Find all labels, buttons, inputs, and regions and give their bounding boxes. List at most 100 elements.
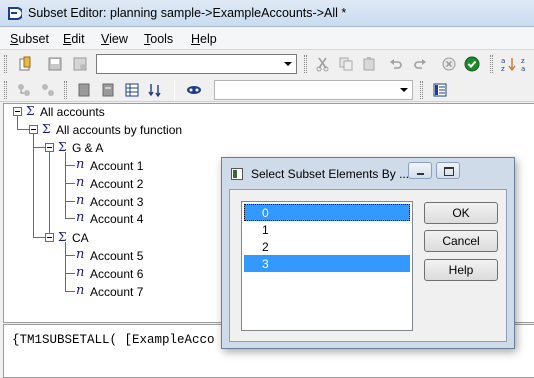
save-as-icon[interactable]	[70, 54, 90, 74]
menu-edit-label: dit	[71, 32, 85, 46]
tree-node-label: All accounts by function	[56, 123, 183, 137]
toolbar-grip-3[interactable]	[490, 55, 493, 73]
maximize-button[interactable]	[436, 162, 460, 179]
sort-descending-icon[interactable]: za	[518, 54, 534, 74]
leaf-element-icon: n	[76, 157, 85, 172]
subset-toolbar	[0, 77, 534, 102]
tree-node-label: All accounts	[40, 105, 105, 119]
filter-combo[interactable]	[214, 80, 413, 100]
list-item[interactable]: 3	[244, 255, 410, 272]
tree-connector	[65, 183, 75, 184]
consolidated-sigma-icon: Σ	[42, 122, 51, 136]
tree-connector	[17, 116, 18, 129]
leaf-element-icon: n	[76, 175, 85, 190]
toolbar-grip[interactable]	[4, 55, 7, 73]
tree-connector	[65, 201, 75, 202]
svg-text:a: a	[501, 57, 505, 65]
window-title: Subset Editor: planning sample->ExampleA…	[28, 6, 347, 20]
copy-icon[interactable]	[336, 54, 356, 74]
dialog-title: Select Subset Elements By ...	[251, 167, 410, 181]
collapse-toggle-icon[interactable]	[45, 233, 54, 242]
open-icon[interactable]	[16, 54, 36, 74]
menu-tools[interactable]: Tools	[144, 32, 173, 46]
leaf-element-icon: n	[76, 210, 85, 225]
list-item[interactable]: 1	[244, 221, 410, 238]
consolidated-sigma-icon: Σ	[58, 230, 67, 244]
tree-node-label: Account 7	[90, 285, 144, 299]
chevron-down-icon[interactable]	[280, 55, 296, 73]
list-item[interactable]: 2	[244, 238, 410, 255]
cancel-button[interactable]: Cancel	[424, 230, 498, 252]
consolidated-sigma-icon: Σ	[26, 104, 35, 118]
leaf-element-icon: n	[76, 193, 85, 208]
undo-icon[interactable]	[386, 54, 406, 74]
dialog-title-bar[interactable]: Select Subset Elements By ...	[222, 158, 514, 188]
svg-text:a: a	[521, 65, 525, 72]
properties-icon[interactable]	[430, 80, 450, 100]
tree-node-label: Account 3	[90, 195, 144, 209]
svg-text:z: z	[501, 65, 505, 72]
collapse-toggle-icon[interactable]	[45, 143, 54, 152]
delete-element-icon[interactable]	[98, 80, 118, 100]
tree-connector	[33, 147, 34, 237]
tree-node-label: Account 4	[90, 212, 144, 226]
tree-node-label: Account 1	[90, 159, 144, 173]
cut-icon[interactable]	[313, 54, 333, 74]
sort-ascending-icon[interactable]: az	[498, 54, 518, 74]
collapse-all-icon[interactable]	[38, 80, 58, 100]
leaf-element-icon: n	[76, 283, 85, 298]
alias-icon[interactable]	[184, 80, 204, 100]
leaf-element-icon: n	[76, 265, 85, 280]
consolidated-sigma-icon: Σ	[58, 140, 67, 154]
expand-all-icon[interactable]	[14, 80, 34, 100]
tree-connector	[65, 242, 66, 291]
menu-subset-label: ubset	[18, 32, 49, 46]
list-item[interactable]: 0	[244, 204, 410, 221]
menu-help[interactable]: Help	[191, 32, 217, 46]
toolbar-grip-2[interactable]	[304, 55, 307, 73]
menu-bar: Subset Edit View Tools Help	[0, 28, 534, 50]
tree-connector	[65, 152, 66, 218]
tree-node-label: Account 5	[90, 249, 144, 263]
tree-node-label: CA	[72, 231, 89, 245]
menu-help-hotkey: H	[191, 32, 201, 46]
mdx-expression-text: {TM1SUBSETALL( [ExampleAcco	[12, 333, 215, 347]
toolbar-grip-4[interactable]	[4, 81, 7, 99]
redo-icon[interactable]	[410, 54, 430, 74]
collapse-toggle-icon[interactable]	[13, 107, 22, 116]
cancel-icon[interactable]	[439, 54, 459, 74]
standard-toolbar: az za	[0, 51, 534, 77]
tree-node-label: Account 6	[90, 267, 144, 281]
tree-connector	[65, 255, 75, 256]
menu-edit[interactable]: Edit	[63, 32, 85, 46]
ok-check-icon[interactable]	[462, 54, 482, 74]
menu-view-label: iew	[109, 32, 128, 46]
tree-connector	[65, 291, 75, 292]
ok-button[interactable]: OK	[424, 202, 498, 224]
menu-view[interactable]: View	[101, 32, 128, 46]
help-button[interactable]: Help	[424, 259, 498, 281]
toolbar-grip-6[interactable]	[420, 81, 423, 99]
filter-icon[interactable]	[122, 80, 142, 100]
tree-node-label: Account 2	[90, 177, 144, 191]
tree-connector	[49, 152, 50, 237]
dialog-body: 0 1 2 3 OK Cancel Help	[229, 189, 507, 342]
keep-icon[interactable]	[74, 80, 94, 100]
toolbar-grip-5[interactable]	[64, 81, 67, 99]
subset-name-combo[interactable]	[96, 54, 297, 74]
select-elements-icon[interactable]	[146, 80, 166, 100]
minimize-button[interactable]	[408, 162, 432, 179]
tree-node-label: G & A	[72, 141, 104, 155]
paste-icon[interactable]	[359, 54, 379, 74]
collapse-toggle-icon[interactable]	[29, 125, 38, 134]
menu-help-label: elp	[200, 32, 217, 46]
save-icon[interactable]	[45, 54, 65, 74]
select-subset-elements-dialog: Select Subset Elements By ... 0 1 2 3 OK…	[221, 157, 515, 349]
level-listbox[interactable]: 0 1 2 3	[241, 201, 413, 331]
dialog-window-icon	[231, 168, 243, 180]
chevron-down-icon[interactable]	[396, 81, 412, 99]
tree-connector	[33, 134, 34, 147]
menu-subset[interactable]: Subset	[10, 32, 49, 46]
window-title-bar: Subset Editor: planning sample->ExampleA…	[0, 0, 534, 27]
menu-view-hotkey: V	[101, 32, 110, 46]
